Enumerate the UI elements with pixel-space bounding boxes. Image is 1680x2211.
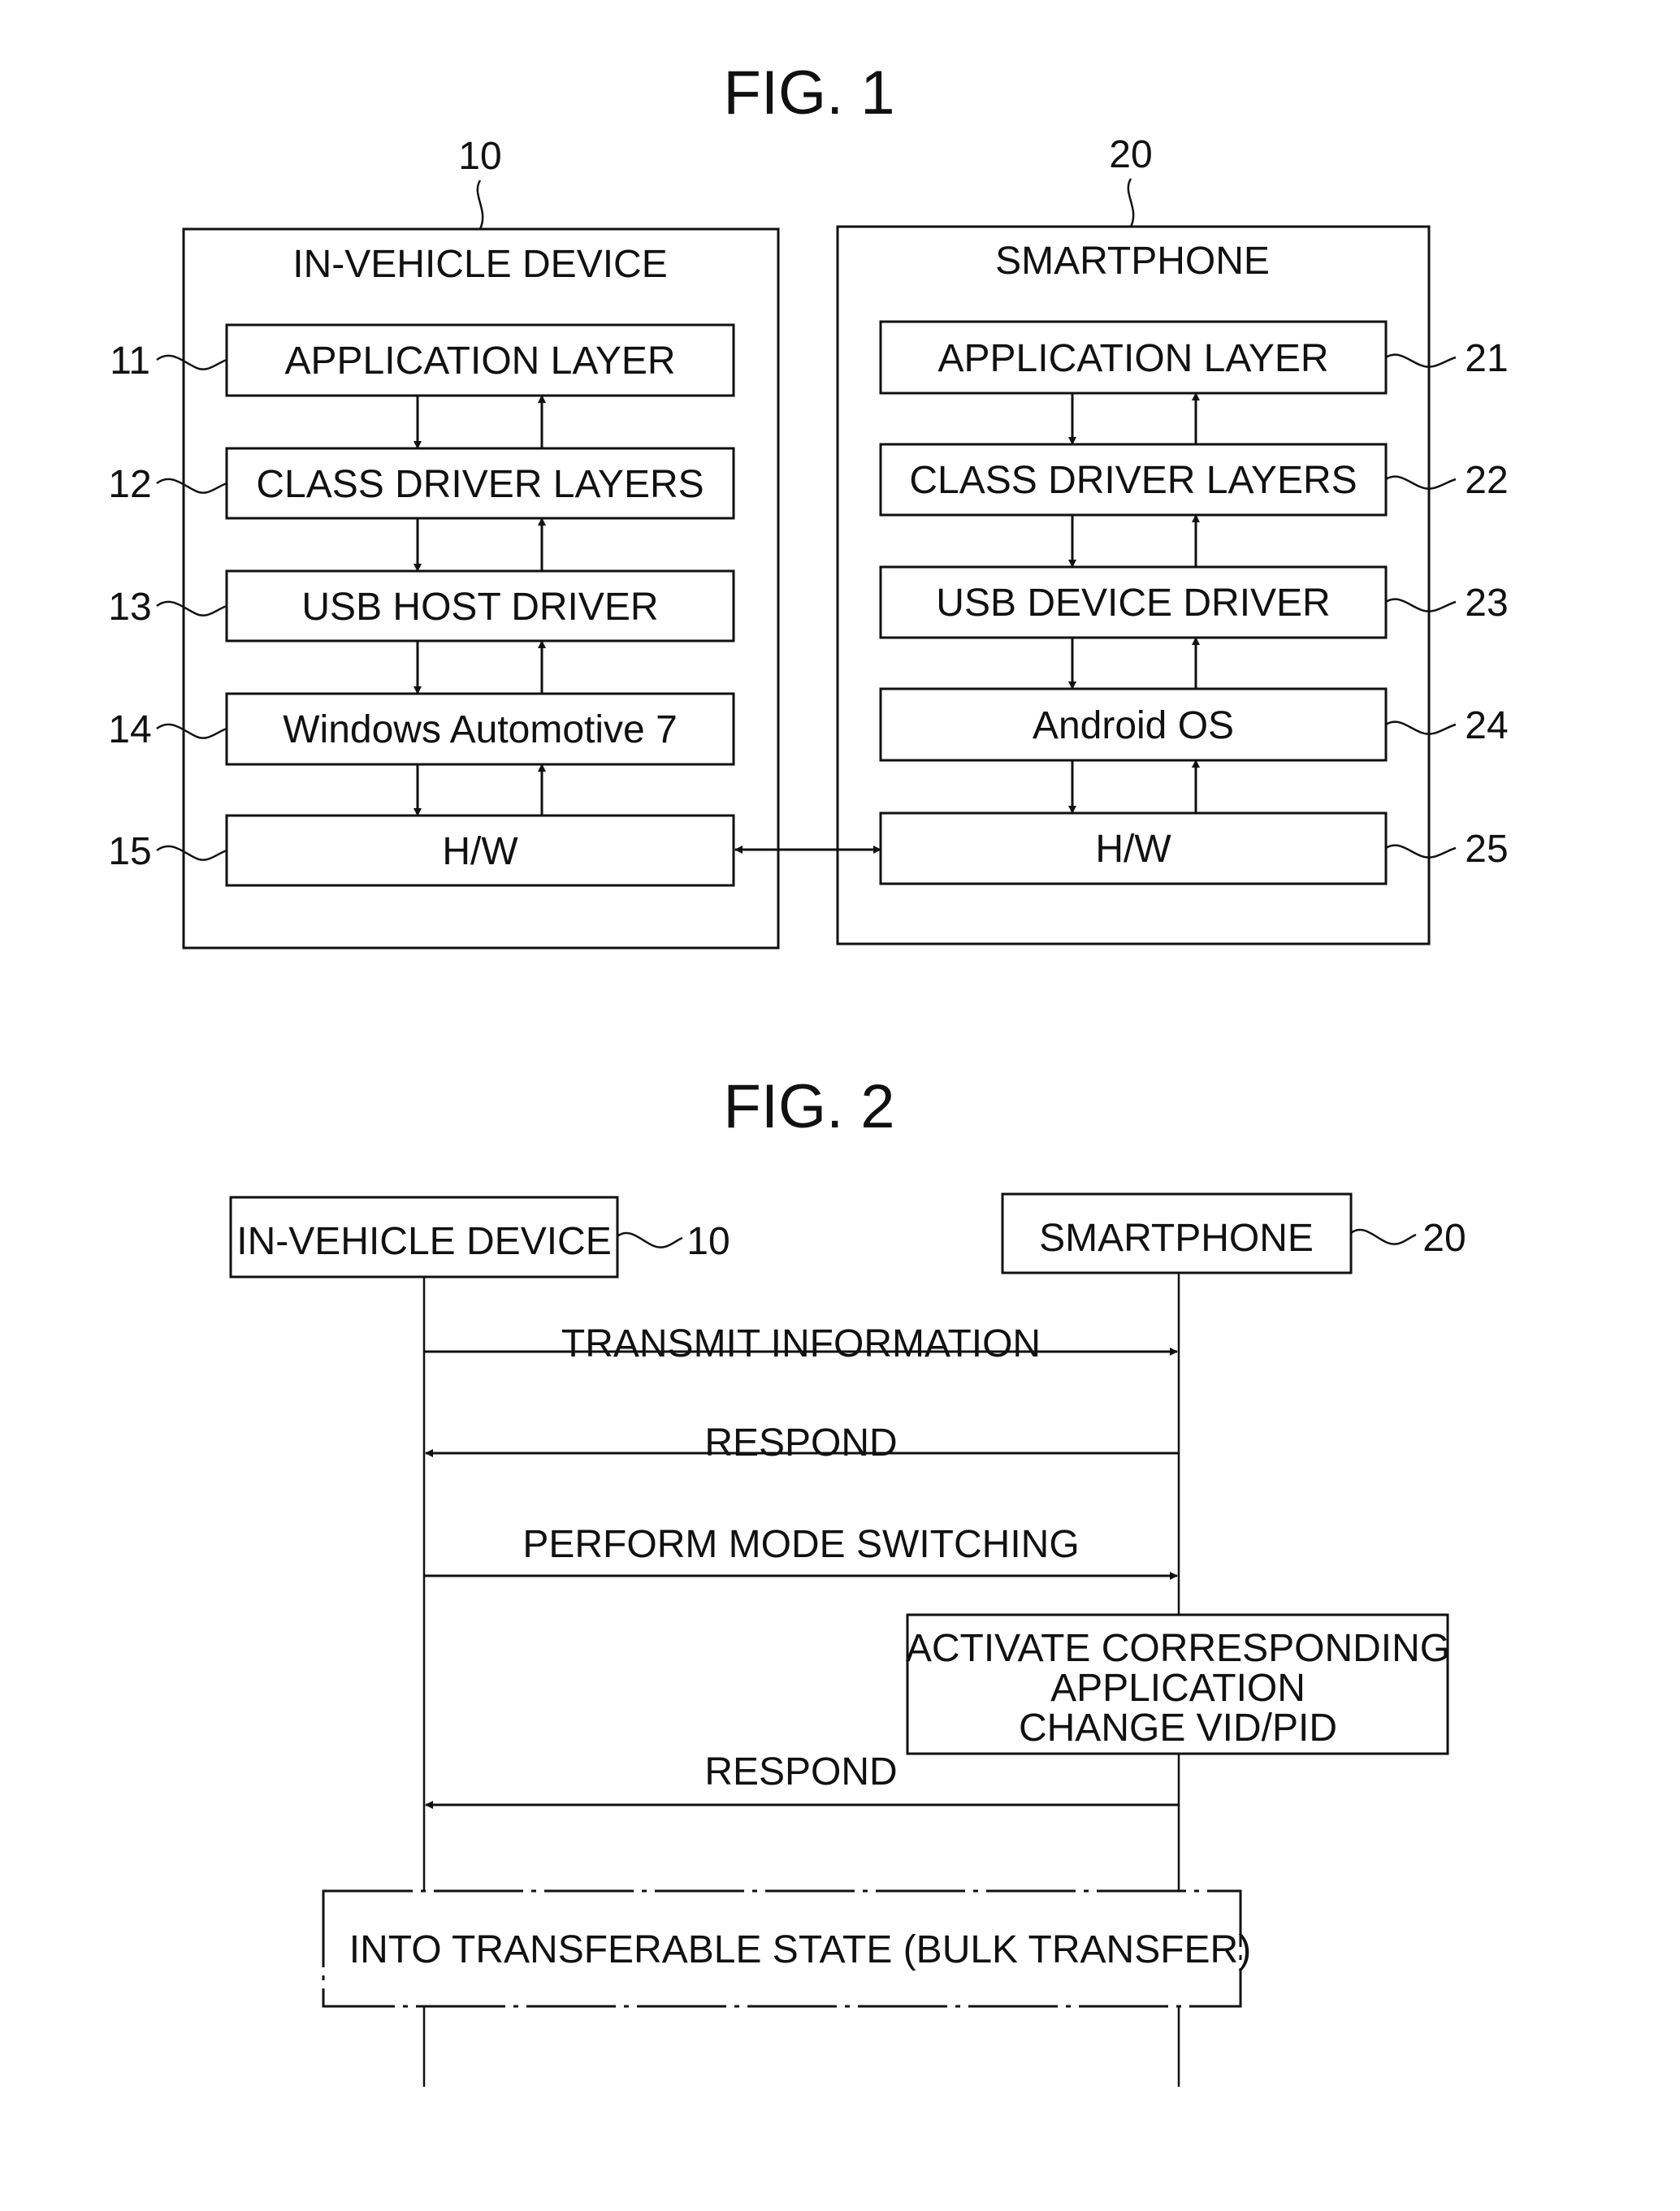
activation-line: APPLICATION [1050, 1667, 1305, 1710]
ref-label: 23 [1465, 582, 1508, 625]
leader-line [156, 845, 227, 861]
leader-line [617, 1231, 683, 1248]
leader-line [1385, 475, 1457, 490]
message-label: TRANSMIT INFORMATION [561, 1322, 1041, 1365]
ref-label: 24 [1465, 704, 1508, 747]
message-respond-2: RESPOND [425, 1750, 1179, 1809]
participant-in-vehicle: IN-VEHICLE DEVICE 10 [229, 1196, 730, 1279]
fig2-title: FIG. 2 [723, 1072, 894, 1141]
layer-block: CLASS DRIVER LAYERS 22 [879, 443, 1509, 517]
message-respond-1: RESPOND [425, 1421, 1179, 1465]
layer-label: APPLICATION LAYER [284, 340, 675, 383]
layer-label: H/W [442, 830, 518, 873]
layer-label: CLASS DRIVER LAYERS [256, 463, 704, 506]
activation-box: ACTIVATE CORRESPONDING APPLICATION CHANG… [906, 1613, 1450, 1755]
ref-label: 12 [108, 463, 151, 506]
message-label: RESPOND [704, 1421, 897, 1465]
device-title: IN-VEHICLE DEVICE [292, 243, 667, 286]
leader-line [1385, 598, 1457, 612]
leader-line [156, 354, 227, 370]
leader-line [156, 600, 227, 617]
layer-label: Windows Automotive 7 [283, 708, 678, 751]
ref-label: 20 [1109, 133, 1152, 176]
leader-line [1385, 844, 1457, 859]
state-label: INTO TRANSFERABLE STATE (BULK TRANSFER) [349, 1928, 1251, 1971]
layer-label: USB HOST DRIVER [301, 586, 658, 629]
leader-line [1350, 1228, 1417, 1245]
fig1-title: FIG. 1 [723, 58, 894, 128]
message-label: PERFORM MODE SWITCHING [522, 1523, 1079, 1566]
participant-label: SMARTPHONE [1039, 1217, 1314, 1260]
leader-line [476, 180, 484, 230]
ref-label: 14 [108, 708, 151, 751]
device-title: SMARTPHONE [995, 240, 1270, 283]
layer-label: Android OS [1033, 704, 1234, 747]
smartphone-device: 20 SMARTPHONE APPLICATION LAYER 21 CLASS… [836, 133, 1509, 945]
participant-label: IN-VEHICLE DEVICE [236, 1220, 611, 1263]
ref-label: 21 [1465, 337, 1508, 380]
ref-label: 11 [110, 340, 150, 383]
message-label: RESPOND [704, 1750, 897, 1793]
layer-block: APPLICATION LAYER 11 [110, 323, 735, 397]
layer-block: USB DEVICE DRIVER 23 [879, 565, 1509, 639]
leader-line [1385, 353, 1457, 368]
leader-line [156, 723, 227, 739]
layer-label: H/W [1095, 828, 1171, 871]
message-perform-mode-switching: PERFORM MODE SWITCHING [424, 1523, 1178, 1580]
layer-block: CLASS DRIVER LAYERS 12 [108, 447, 735, 520]
ref-label: 10 [458, 135, 501, 178]
leader-line [1127, 178, 1135, 227]
layer-label: CLASS DRIVER LAYERS [909, 459, 1357, 502]
in-vehicle-device: 10 IN-VEHICLE DEVICE APPLICATION LAYER 1… [108, 135, 780, 950]
layer-label: APPLICATION LAYER [937, 337, 1328, 380]
layer-label: USB DEVICE DRIVER [936, 582, 1330, 625]
ref-label: 25 [1465, 828, 1508, 871]
leader-line [156, 478, 227, 494]
layer-block: Android OS 24 [879, 687, 1509, 762]
ref-label: 22 [1465, 459, 1508, 502]
activation-line: CHANGE VID/PID [1019, 1707, 1337, 1750]
ref-label: 20 [1422, 1217, 1466, 1260]
activation-line: ACTIVATE CORRESPONDING [906, 1627, 1450, 1670]
ref-label: 15 [108, 830, 151, 873]
layer-block: USB HOST DRIVER 13 [108, 569, 735, 643]
ref-label: 10 [686, 1220, 730, 1263]
participant-smartphone: SMARTPHONE 20 [1001, 1192, 1466, 1274]
leader-line [1385, 720, 1457, 735]
layer-block: Windows Automotive 7 14 [108, 692, 735, 766]
ref-label: 13 [108, 586, 151, 629]
patent-figures: .box { fill:none; stroke:#111; stroke-wi… [108, 58, 1509, 2087]
layer-block: H/W 15 [108, 814, 735, 887]
message-transmit-information: TRANSMIT INFORMATION [424, 1322, 1178, 1365]
layer-block: H/W 25 [879, 811, 1509, 885]
layer-block: APPLICATION LAYER 21 [879, 320, 1509, 395]
transferable-state-box: INTO TRANSFERABLE STATE (BULK TRANSFER) [322, 1889, 1251, 2008]
